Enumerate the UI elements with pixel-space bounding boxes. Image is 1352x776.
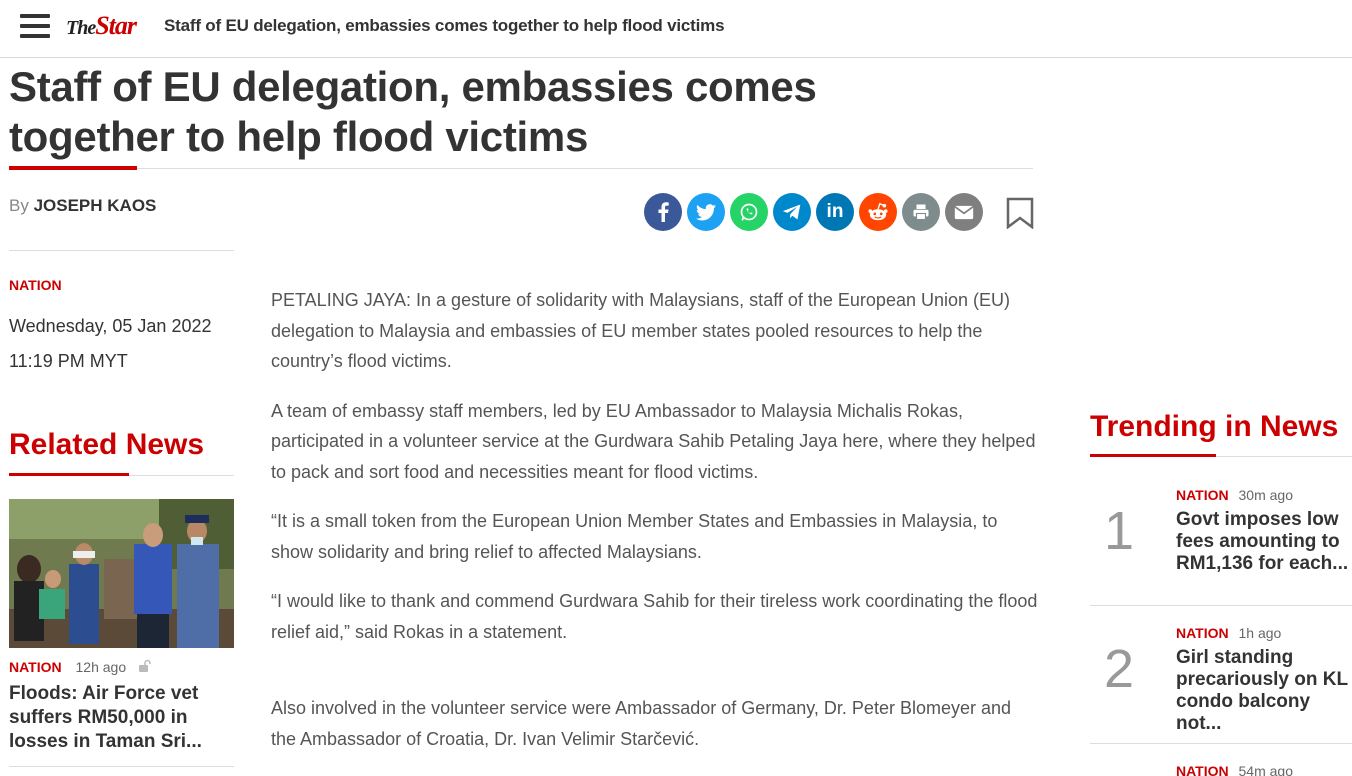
article-category[interactable]: NATION — [9, 277, 62, 293]
trending-category[interactable]: NATION — [1176, 487, 1229, 503]
trending-headline[interactable]: Girl standing precariously on KL condo b… — [1176, 647, 1352, 735]
trending-category[interactable]: NATION — [1176, 763, 1229, 776]
topbar-article-title: Staff of EU delegation, embassies comes … — [164, 16, 725, 35]
facebook-icon[interactable] — [644, 193, 682, 231]
headline-divider — [9, 168, 1033, 169]
linkedin-icon[interactable]: in — [816, 193, 854, 231]
related-accent-bar — [9, 473, 129, 476]
trending-time: 1h ago — [1238, 625, 1282, 641]
email-icon[interactable] — [945, 193, 983, 231]
headline-line-2: together to help flood victims — [9, 113, 589, 160]
logo-star-text: Star — [95, 11, 137, 40]
trending-headline[interactable]: Govt imposes low fees amounting to RM1,1… — [1176, 509, 1352, 575]
related-news-time: 12h ago — [75, 659, 127, 675]
trending-time: 30m ago — [1238, 487, 1293, 503]
whatsapp-icon[interactable] — [730, 193, 768, 231]
headline-accent-bar — [9, 166, 137, 170]
trending-rank: 1 — [1104, 501, 1135, 561]
trending-accent-bar — [1090, 454, 1216, 457]
twitter-icon[interactable] — [687, 193, 725, 231]
headline-line-1: Staff of EU delegation, embassies comes — [9, 63, 817, 110]
site-logo[interactable]: TheStar — [66, 11, 137, 41]
reddit-icon[interactable] — [859, 193, 897, 231]
related-news-image[interactable] — [9, 499, 234, 648]
related-news-category[interactable]: NATION — [9, 659, 62, 675]
article-date: Wednesday, 05 Jan 2022 — [9, 316, 212, 336]
share-buttons: in — [644, 193, 983, 231]
article-paragraph: “It is a small token from the European U… — [271, 511, 998, 562]
byline: By JOSEPH KAOS — [9, 196, 156, 216]
unlock-icon — [138, 659, 152, 676]
related-bottom-divider — [9, 766, 234, 767]
article-time: 11:19 PM MYT — [9, 351, 128, 371]
logo-the-text: The — [66, 17, 96, 39]
related-news-heading: Related News — [9, 428, 205, 461]
article-paragraph: A team of embassy staff members, led by … — [271, 400, 1036, 482]
trending-meta: NATION 54m ago — [1176, 763, 1293, 776]
trending-item[interactable]: 2 NATION 1h ago Girl standing precarious… — [1090, 624, 1352, 742]
print-icon[interactable] — [902, 193, 940, 231]
meta-divider — [9, 250, 234, 251]
trending-rank: 2 — [1104, 639, 1135, 699]
byline-prefix: By — [9, 196, 29, 215]
article-body: PETALING JAYA: In a gesture of solidarit… — [271, 285, 1041, 773]
article-paragraph: Also involved in the volunteer service w… — [271, 698, 1012, 749]
trending-meta: NATION 1h ago — [1176, 625, 1281, 641]
trending-separator — [1090, 605, 1352, 606]
trending-heading: Trending in News — [1090, 410, 1339, 443]
article-paragraph: “I would like to thank and commend Gurdw… — [271, 591, 1038, 642]
article-paragraph: PETALING JAYA: In a gesture of solidarit… — [271, 290, 1011, 371]
telegram-icon[interactable] — [773, 193, 811, 231]
author-name[interactable]: JOSEPH KAOS — [34, 196, 157, 215]
trending-time: 54m ago — [1238, 763, 1293, 776]
related-news-meta: NATION 12h ago — [9, 659, 152, 676]
top-navigation-bar: TheStar Staff of EU delegation, embassie… — [0, 0, 1352, 58]
hamburger-menu-icon[interactable] — [20, 14, 50, 40]
article-headline: Staff of EU delegation, embassies comes … — [9, 62, 1009, 162]
trending-separator — [1090, 743, 1352, 744]
trending-meta: NATION 30m ago — [1176, 487, 1293, 503]
trending-item[interactable]: NATION 54m ago — [1090, 762, 1352, 776]
trending-item[interactable]: 1 NATION 30m ago Govt imposes low fees a… — [1090, 486, 1352, 604]
bookmark-icon[interactable] — [1006, 197, 1034, 230]
related-news-headline[interactable]: Floods: Air Force vet suffers RM50,000 i… — [9, 682, 234, 754]
trending-category[interactable]: NATION — [1176, 625, 1229, 641]
